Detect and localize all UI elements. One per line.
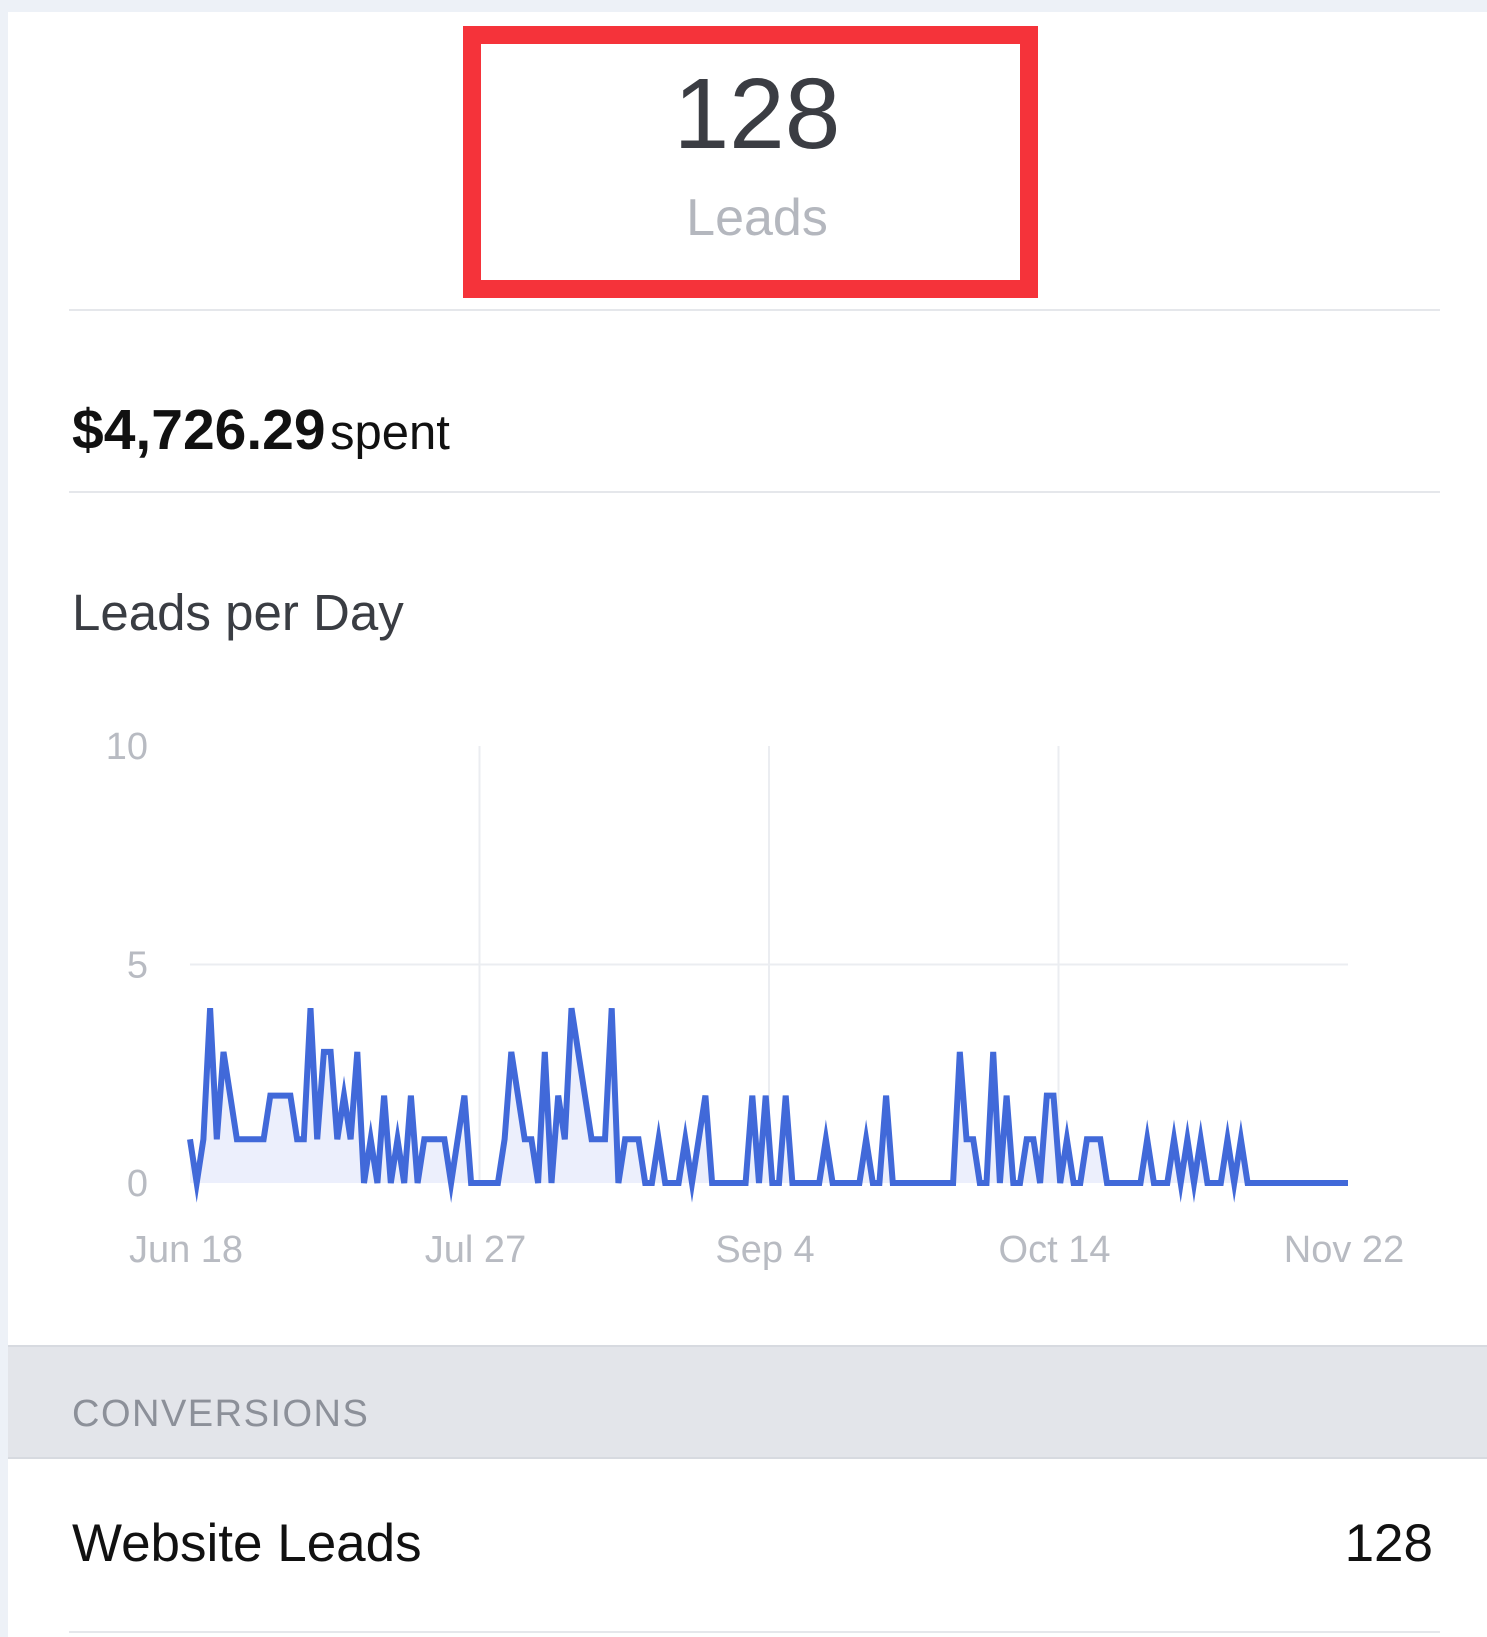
x-tick-label: Sep 4 bbox=[715, 1229, 814, 1271]
divider bbox=[69, 1631, 1440, 1633]
leads-per-day-chart: 10 5 0 Jun 18 Jul 27 Sep 4 Oct 14 Nov 22 bbox=[106, 726, 1404, 1271]
x-tick-label: Nov 22 bbox=[1284, 1229, 1404, 1271]
x-tick-label: Oct 14 bbox=[999, 1229, 1111, 1271]
y-tick-label: 10 bbox=[106, 726, 148, 768]
y-tick-label: 5 bbox=[127, 945, 148, 987]
screen: 128 Leads $4,726.29 spent Leads per Day … bbox=[8, 12, 1487, 1637]
x-tick-label: Jun 18 bbox=[129, 1229, 243, 1271]
conversion-row-label: Website Leads bbox=[72, 1514, 422, 1573]
y-tick-label: 0 bbox=[127, 1163, 148, 1205]
section-header-label: CONVERSIONS bbox=[72, 1393, 370, 1435]
conversion-row-value: 128 bbox=[1344, 1514, 1433, 1573]
x-tick-label: Jul 27 bbox=[425, 1229, 526, 1271]
